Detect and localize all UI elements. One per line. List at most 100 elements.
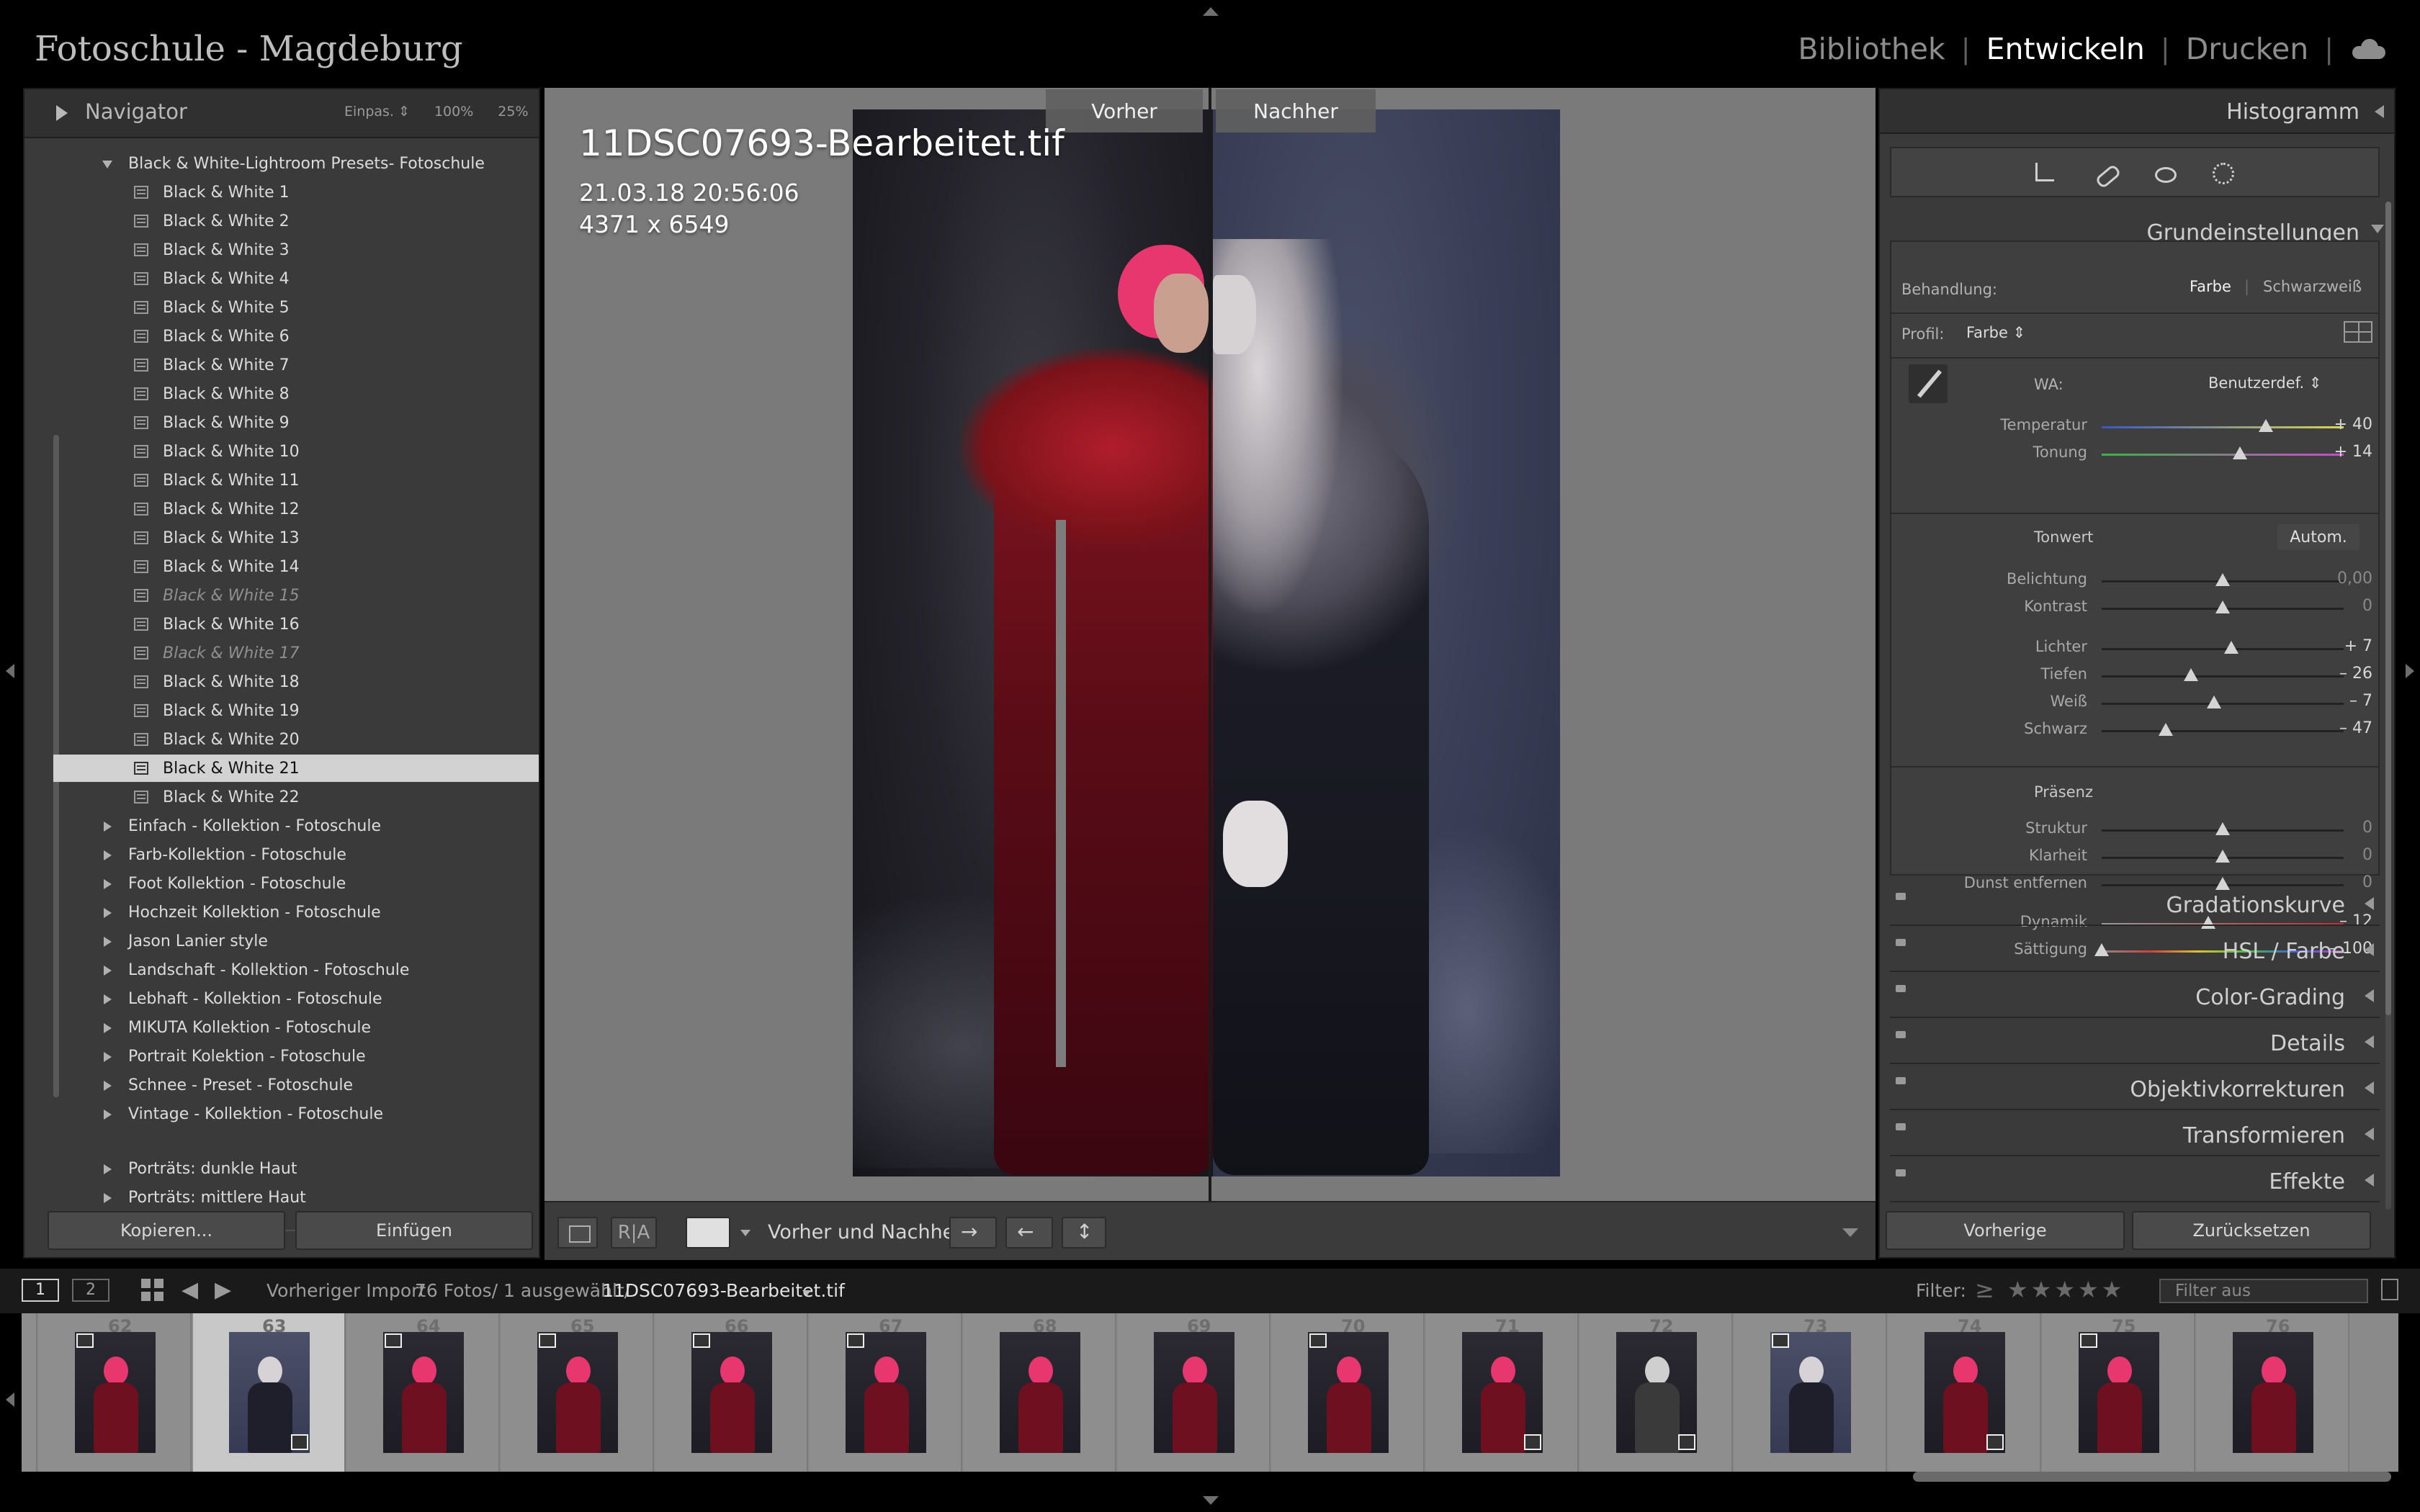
preset-item[interactable]: Black & White 7: [53, 351, 539, 379]
masking-icon[interactable]: [2213, 163, 2234, 184]
filmstrip-cell[interactable]: 63: [193, 1313, 346, 1472]
preset-item[interactable]: Black & White 6: [53, 323, 539, 350]
preset-item[interactable]: Black & White 4: [53, 265, 539, 292]
preset-group[interactable]: Porträts: mittlere Haut: [53, 1184, 539, 1211]
filter-preset-select[interactable]: Filter aus: [2159, 1279, 2368, 1303]
navigator-header[interactable]: Navigator Einpas. ⇕ 100% 25%: [24, 89, 539, 138]
preset-group[interactable]: MIKUTA Kollektion - Fotoschule: [53, 1014, 539, 1041]
filmstrip-cell[interactable]: 68: [964, 1313, 1116, 1472]
preset-group[interactable]: Hochzeit Kollektion - Fotoschule: [53, 899, 539, 926]
preset-item[interactable]: Black & White 8: [53, 380, 539, 408]
reset-button[interactable]: Zurücksetzen: [2132, 1211, 2371, 1250]
slider-track[interactable]: [2102, 696, 2344, 708]
preset-item[interactable]: Black & White 9: [53, 409, 539, 436]
paste-settings-button[interactable]: Einfügen: [295, 1211, 533, 1250]
section-header[interactable]: Effekte: [1890, 1159, 2380, 1202]
preset-group[interactable]: Farb-Kollektion - Fotoschule: [53, 841, 539, 868]
before-after-view-button[interactable]: R|A: [611, 1217, 657, 1248]
right-panel-toggle-icon[interactable]: [2406, 664, 2414, 678]
slider-thumb[interactable]: [2259, 419, 2274, 432]
module-library[interactable]: Bibliothek: [1782, 32, 1960, 66]
expand-triangle-icon[interactable]: [2365, 1035, 2374, 1048]
expand-triangle-icon[interactable]: [102, 161, 112, 168]
zoom-25-option[interactable]: 25%: [498, 104, 528, 120]
source-label[interactable]: Vorheriger Import: [266, 1280, 426, 1301]
slider-value[interactable]: – 26: [2329, 665, 2372, 683]
previous-settings-button[interactable]: Vorherige: [1886, 1211, 2125, 1250]
slider-value[interactable]: + 14: [2329, 443, 2372, 461]
preset-item[interactable]: Black & White 21: [53, 755, 539, 782]
bottom-panel-toggle-icon[interactable]: [1203, 1496, 1219, 1505]
expand-triangle-icon[interactable]: [104, 1052, 112, 1062]
eyedropper-icon[interactable]: [1909, 364, 1948, 403]
forward-arrow-icon[interactable]: ▶: [215, 1277, 231, 1302]
copy-before-to-after-button[interactable]: [949, 1217, 997, 1248]
preset-group[interactable]: Porträts: dunkle Haut: [53, 1155, 539, 1182]
preset-group[interactable]: Landschaft - Kollektion - Fotoschule: [53, 956, 539, 984]
loupe-view-button[interactable]: [557, 1217, 598, 1248]
crop-icon[interactable]: [2035, 163, 2054, 181]
lock-icon[interactable]: [2381, 1279, 2398, 1300]
preset-item[interactable]: Black & White 16: [53, 611, 539, 638]
expand-triangle-icon[interactable]: [56, 105, 68, 121]
chevron-down-icon[interactable]: [802, 1290, 811, 1296]
preset-group[interactable]: Foot Kollektion - Fotoschule: [53, 870, 539, 897]
cloud-icon[interactable]: [2352, 39, 2385, 59]
slider-thumb[interactable]: [2184, 668, 2199, 681]
preset-item[interactable]: Black & White 5: [53, 294, 539, 321]
slider-track[interactable]: [2102, 641, 2344, 654]
toolbar-options-icon[interactable]: [1842, 1228, 1858, 1237]
preset-item[interactable]: Black & White 14: [53, 553, 539, 580]
treatment-bw-option[interactable]: Schwarzweiß: [2263, 278, 2362, 295]
filmstrip-cell[interactable]: 67: [810, 1313, 962, 1472]
filmstrip-cell[interactable]: 74: [1888, 1313, 2041, 1472]
expand-triangle-icon[interactable]: [104, 966, 112, 976]
preset-item[interactable]: Black & White 15: [53, 582, 539, 609]
section-toggle-switch[interactable]: [1896, 1031, 1906, 1038]
slider-track[interactable]: [2102, 822, 2344, 835]
filmstrip-scrollbar[interactable]: [1913, 1472, 2391, 1482]
split-divider[interactable]: [1209, 88, 1211, 1201]
module-develop[interactable]: Entwickeln: [1971, 32, 2161, 66]
split-view-button[interactable]: [686, 1217, 730, 1248]
expand-triangle-icon[interactable]: [104, 1164, 112, 1174]
before-photo[interactable]: [853, 109, 1213, 1176]
expand-triangle-icon[interactable]: [104, 1110, 112, 1120]
expand-triangle-icon[interactable]: [104, 994, 112, 1004]
view-mode-dropdown-icon[interactable]: [740, 1230, 750, 1236]
preset-item[interactable]: Black & White 22: [53, 783, 539, 811]
preset-item[interactable]: Black & White 19: [53, 697, 539, 724]
filmstrip-cell[interactable]: 65: [501, 1313, 654, 1472]
slider-value[interactable]: + 40: [2329, 415, 2372, 433]
slider-track[interactable]: [2102, 723, 2344, 736]
preset-group[interactable]: Portrait Kolektion - Fotoschule: [53, 1043, 539, 1070]
left-panel-toggle-icon[interactable]: [6, 664, 14, 678]
expand-triangle-icon[interactable]: [104, 908, 112, 918]
expand-triangle-icon[interactable]: [2365, 943, 2374, 956]
expand-triangle-icon[interactable]: [104, 879, 112, 889]
section-toggle-switch[interactable]: [1896, 1077, 1906, 1084]
expand-triangle-icon[interactable]: [104, 1193, 112, 1203]
slider-value[interactable]: – 47: [2329, 719, 2372, 737]
right-panel-scrollbar-thumb[interactable]: [2385, 202, 2391, 1015]
filmstrip-cell[interactable]: 73: [1734, 1313, 1887, 1472]
profile-select[interactable]: Farbe ⇕: [1966, 324, 2025, 341]
slider-value[interactable]: 0: [2329, 597, 2372, 615]
auto-tone-button[interactable]: Autom.: [2277, 524, 2360, 550]
red-eye-icon[interactable]: [2152, 161, 2177, 186]
expand-triangle-icon[interactable]: [2365, 989, 2374, 1002]
slider-thumb[interactable]: [2215, 822, 2230, 835]
preset-group[interactable]: Jason Lanier style: [53, 927, 539, 955]
histogram-header[interactable]: Histogramm: [1880, 89, 2394, 134]
after-photo[interactable]: [1213, 109, 1560, 1176]
expand-triangle-icon[interactable]: [2365, 897, 2374, 910]
expand-triangle-icon[interactable]: [104, 1081, 112, 1091]
slider-track[interactable]: [2102, 573, 2344, 586]
preset-item[interactable]: Black & White 3: [53, 236, 539, 264]
top-panel-toggle-icon[interactable]: [1203, 7, 1219, 16]
slider-track[interactable]: [2102, 668, 2344, 681]
preset-item[interactable]: Black & White 17: [53, 639, 539, 667]
filmstrip-toggle-icon[interactable]: [6, 1392, 14, 1407]
slider-value[interactable]: 0: [2329, 819, 2372, 837]
slider-thumb[interactable]: [2215, 573, 2230, 586]
